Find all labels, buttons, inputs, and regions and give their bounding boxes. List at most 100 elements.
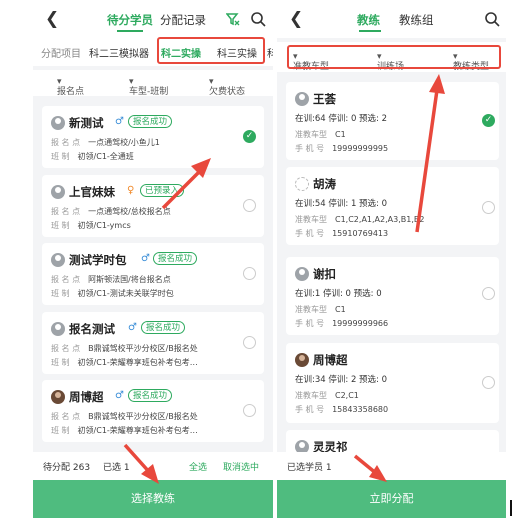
male-icon: ♂ <box>115 116 124 127</box>
school-row: 报 名 点一点通驾校/小鱼儿1 <box>51 138 160 147</box>
coach-card[interactable]: 王荟 在训:64 停训: 0 预选: 2 准教车型 C1 手 机 号 1999999… <box>286 82 499 160</box>
phone-row: 手 机 号 15843358680 <box>295 405 389 414</box>
class-row: 班 制初领/C1-荣耀尊享班包补考包考… <box>51 358 198 367</box>
select-radio[interactable] <box>482 201 495 214</box>
student-card[interactable]: 测试学时包 ♂ 报名成功 报 名 点阿斯顿法国/将台报名点 班 制初领/C1-测… <box>42 243 264 305</box>
class-row: 班 制初领/C1-ymcs <box>51 221 131 230</box>
female-icon: ♀ <box>127 185 135 196</box>
active-tab-underline <box>117 30 143 32</box>
vehicle-row: 准教车型 C1 <box>295 130 346 139</box>
filter-vehicle-class[interactable]: 车型-班制 ▾ <box>129 77 168 97</box>
coach-stats: 在训:54 停训: 1 预选: 0 <box>295 199 388 209</box>
avatar <box>51 185 65 199</box>
tab-coach[interactable]: 教练 <box>357 12 380 28</box>
student-name: 报名测试 <box>69 322 115 336</box>
school-row: 报 名 点 B鼎诚驾校平沙分校区/B报名处 <box>51 412 198 421</box>
text-cursor <box>510 500 512 516</box>
filter-icon[interactable] <box>226 12 240 26</box>
coach-name: 周博超 <box>313 353 348 367</box>
coach-name: 胡涛 <box>313 177 336 191</box>
student-filter-bar: 报名点 ▾ 车型-班制 ▾ 欠费状态 ▾ <box>33 70 273 97</box>
class-row: 班 制初领/C1-全通班 <box>51 152 134 161</box>
student-name: 新测试 <box>69 116 104 130</box>
avatar <box>295 92 309 106</box>
coach-name: 谢扣 <box>313 267 336 281</box>
student-name: 测试学时包 <box>69 253 127 267</box>
student-card[interactable]: 报名测试 ♂ 报名成功 报 名 点 B鼎诚驾校平沙分校区/B报名处 班 制初领/C… <box>42 312 264 374</box>
tab-assign-records[interactable]: 分配记录 <box>160 12 206 28</box>
assign-now-button[interactable]: 立即分配 <box>277 480 506 518</box>
class-row: 班 制初领/C1-测试未关联学时包 <box>51 289 174 298</box>
avatar <box>51 116 65 130</box>
select-radio[interactable] <box>243 199 256 212</box>
status-badge: 报名成功 <box>128 115 173 128</box>
coach-card[interactable]: 周博超 在训:34 停训: 2 预选: 0 准教车型 C2,C1 手 机 号 158… <box>286 343 499 423</box>
select-radio[interactable]: ✓ <box>482 114 495 127</box>
status-badge: 已预录入 <box>140 184 185 197</box>
status-badge: 报名成功 <box>128 389 173 402</box>
coach-card[interactable]: 谢扣 在训:1 停训: 0 预选: 0 准教车型 C1 手 机 号 19999999… <box>286 257 499 335</box>
male-icon: ♂ <box>128 322 137 333</box>
filter-school[interactable]: 报名点 ▾ <box>57 77 84 97</box>
active-tab-underline <box>359 30 381 32</box>
avatar <box>51 322 65 336</box>
select-radio[interactable]: ✓ <box>243 130 256 143</box>
selected-students-count: 已选学员 1 <box>287 463 332 473</box>
filter-arrears[interactable]: 欠费状态 ▾ <box>209 77 245 97</box>
selection-footer: 待分配 263 已选 1 全选 取消选中 <box>33 452 273 480</box>
coach-assign-panel: ❮ 教练 教练组 准教车型 ▾ 训练场 ▾ 教练类型 ▾ 王荟 在训:64 停训… <box>277 0 506 518</box>
student-card[interactable]: 周博超 ♂ 报名成功 报 名 点 B鼎诚驾校平沙分校区/B报名处 班 制初领/C1… <box>42 380 264 442</box>
male-icon: ♂ <box>141 253 150 264</box>
select-radio[interactable] <box>243 404 256 417</box>
student-name: 上官妹妹 <box>69 185 115 199</box>
vehicle-row: 准教车型 C1 <box>295 305 346 314</box>
select-radio[interactable] <box>243 336 256 349</box>
subtab-label: 分配项目 <box>41 49 81 60</box>
select-radio[interactable] <box>482 376 495 389</box>
tab-pending-students[interactable]: 待分学员 <box>107 12 153 28</box>
choose-coach-button[interactable]: 选择教练 <box>33 480 273 518</box>
avatar <box>295 267 309 281</box>
avatar <box>51 390 65 404</box>
search-icon[interactable] <box>484 11 500 27</box>
pending-count: 待分配 263 <box>43 463 91 473</box>
header: ❮ 教练 教练组 <box>277 0 506 38</box>
coach-name: 王荟 <box>313 92 336 106</box>
school-row: 报 名 点一点通驾校/总校报名点 <box>51 207 171 216</box>
coach-stats: 在训:34 停训: 2 预选: 0 <box>295 375 388 385</box>
student-assign-panel: ❮ 待分学员 分配记录 分配项目 科二三模拟器 科二实操 科三实操 科 报名点 … <box>33 0 273 518</box>
cancel-select-button[interactable]: 取消选中 <box>223 460 259 473</box>
student-card[interactable]: 新测试 ♂ 报名成功 报 名 点一点通驾校/小鱼儿1 班 制初领/C1-全通班 … <box>42 106 264 168</box>
phone-row: 手 机 号 19999999966 <box>295 319 389 328</box>
chevron-left-icon[interactable]: ❮ <box>45 9 59 29</box>
annotation-box <box>157 37 265 64</box>
class-row: 班 制初领/C1-荣耀尊享班包补考包考… <box>51 426 198 435</box>
male-icon: ♂ <box>115 390 124 401</box>
phone-row: 手 机 号 19999999995 <box>295 144 389 153</box>
search-icon[interactable] <box>250 11 266 27</box>
coach-stats: 在训:1 停训: 0 预选: 0 <box>295 289 382 299</box>
school-row: 报 名 点 B鼎诚驾校平沙分校区/B报名处 <box>51 344 198 353</box>
annotation-box <box>287 45 501 69</box>
select-radio[interactable] <box>243 267 256 280</box>
avatar <box>295 353 309 367</box>
select-radio[interactable] <box>482 287 495 300</box>
vehicle-row: 准教车型 C2,C1 <box>295 391 359 400</box>
status-badge: 报名成功 <box>141 321 186 334</box>
student-card[interactable]: 上官妹妹 ♀ 已预录入 报 名 点一点通驾校/总校报名点 班 制初领/C1-ym… <box>42 175 264 237</box>
chevron-left-icon[interactable]: ❮ <box>289 9 303 29</box>
selection-footer: 已选学员 1 <box>277 452 506 480</box>
coach-card[interactable]: 胡涛 在训:54 停训: 1 预选: 0 准教车型 C1,C2,A1,A2,A3,… <box>286 167 499 245</box>
avatar <box>51 253 65 267</box>
coach-stats: 在训:64 停训: 0 预选: 2 <box>295 114 388 124</box>
tab-coach-group[interactable]: 教练组 <box>399 12 434 28</box>
school-row: 报 名 点阿斯顿法国/将台报名点 <box>51 275 171 284</box>
avatar <box>295 177 309 191</box>
phone-row: 手 机 号 15910769413 <box>295 229 389 238</box>
status-badge: 报名成功 <box>153 252 198 265</box>
subtab-sim[interactable]: 科二三模拟器 <box>89 45 149 60</box>
selected-count: 已选 1 <box>103 463 130 473</box>
select-all-button[interactable]: 全选 <box>189 460 207 473</box>
vehicle-row: 准教车型 C1,C2,A1,A2,A3,B1,B2 <box>295 215 425 224</box>
header: ❮ 待分学员 分配记录 <box>33 0 273 38</box>
